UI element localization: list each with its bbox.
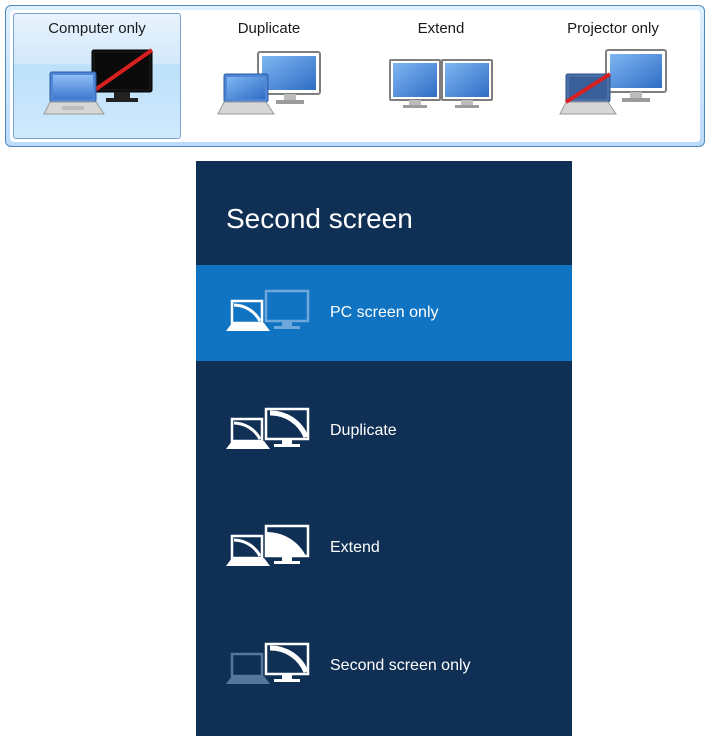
win8-item-label: PC screen only [330,304,439,322]
duplicate-icon [199,43,339,123]
win8-item-label: Second screen only [330,657,471,675]
extend-icon [371,43,511,123]
win7-option-label: Extend [418,20,465,37]
win7-option-projector-only[interactable]: Projector only [529,13,697,139]
win8-option-second-screen-only[interactable]: Second screen only [196,618,572,714]
win8-option-extend[interactable]: Extend [196,501,572,597]
win7-projection-bar: Computer only Duplicate [5,5,705,147]
extend-icon [226,518,316,578]
win8-item-label: Extend [330,539,380,557]
second-screen-only-icon [226,636,316,696]
win7-option-duplicate[interactable]: Duplicate [185,13,353,139]
win8-option-pc-screen-only[interactable]: PC screen only [196,265,572,361]
projector-only-icon [543,43,683,123]
win7-option-label: Computer only [48,20,146,37]
win7-option-computer-only[interactable]: Computer only [13,13,181,139]
win8-option-duplicate[interactable]: Duplicate [196,383,572,479]
win8-panel-title: Second screen [196,161,572,265]
duplicate-icon [226,401,316,461]
win7-option-label: Projector only [567,20,659,37]
win7-option-label: Duplicate [238,20,301,37]
computer-only-icon [27,43,167,123]
win7-option-extend[interactable]: Extend [357,13,525,139]
pc-screen-only-icon [226,283,316,343]
win8-item-label: Duplicate [330,422,397,440]
win8-second-screen-panel: Second screen PC screen only [196,161,572,736]
